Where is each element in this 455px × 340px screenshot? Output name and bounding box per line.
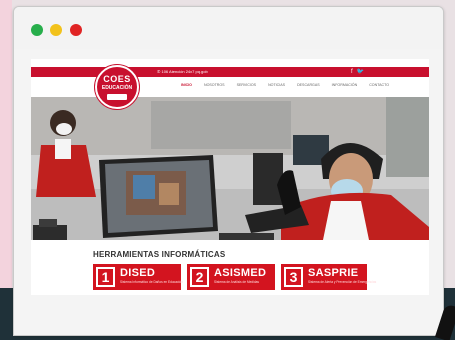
tool-number: 2 [190,267,209,287]
window-minimize-control[interactable] [50,24,62,36]
nav-item-descargas[interactable]: DESCARGAS [297,83,320,87]
nav-item-nosotros[interactable]: NOSOTROS [204,83,225,87]
tool-description: Sistema de Análisis de Medidas [214,280,260,284]
tool-number: 3 [284,267,303,287]
website-viewport: ✆ 106 Atención 24x7 pq.gob f🐦 COES EDUCA… [31,59,429,295]
nav-item-servicios[interactable]: SERVICIOS [237,83,257,87]
tool-card-asismed[interactable]: 2 ASISMED Sistema de Análisis de Medidas [187,264,275,290]
window-close-control[interactable] [31,24,43,36]
tool-card-sasprie[interactable]: 3 SASPRIE Sistema de Alerta y Prevención… [281,264,376,290]
tool-number: 1 [96,267,115,287]
social-links[interactable]: f🐦 [351,67,368,77]
phone-info: ✆ 106 Atención 24x7 pq.gob [157,69,208,74]
logo-text-coes: COES [103,74,131,84]
tool-name: ASISMED [214,267,267,279]
tool-name: DISED [120,267,156,279]
nav-item-inicio[interactable]: INICIO [181,83,192,87]
tool-name: SASPRIE [308,267,359,279]
logo-text-educacion: EDUCACIÓN [101,85,133,91]
window-titlebar [14,7,443,49]
hero-photo [31,97,429,240]
window-maximize-control[interactable] [70,24,82,36]
tool-description: Sistema de Alerta y Prevención de Emerge… [308,280,377,284]
nav-item-contacto[interactable]: CONTACTO [369,83,389,87]
nav-item-informacion[interactable]: INFORMACIÓN [332,83,358,87]
nav-item-noticias[interactable]: NOTICIAS [268,83,285,87]
hero-illustration [31,97,429,240]
main-navigation: INICIO NOSOTROS SERVICIOS NOTICIAS DESCA… [181,83,400,91]
tool-description: Sistema Informático de Daños en Educació… [120,280,183,284]
coes-logo[interactable]: COES EDUCACIÓN [95,65,139,109]
twitter-icon[interactable]: 🐦 [357,69,368,75]
browser-window: ✆ 106 Atención 24x7 pq.gob f🐦 COES EDUCA… [13,6,444,336]
tool-card-dised[interactable]: 1 DISED Sistema Informático de Daños en … [93,264,183,290]
top-info-bar: ✆ 106 Atención 24x7 pq.gob f🐦 [31,67,429,77]
logo-badge [107,94,127,100]
section-title: HERRAMIENTAS INFORMÁTICAS [93,250,226,259]
